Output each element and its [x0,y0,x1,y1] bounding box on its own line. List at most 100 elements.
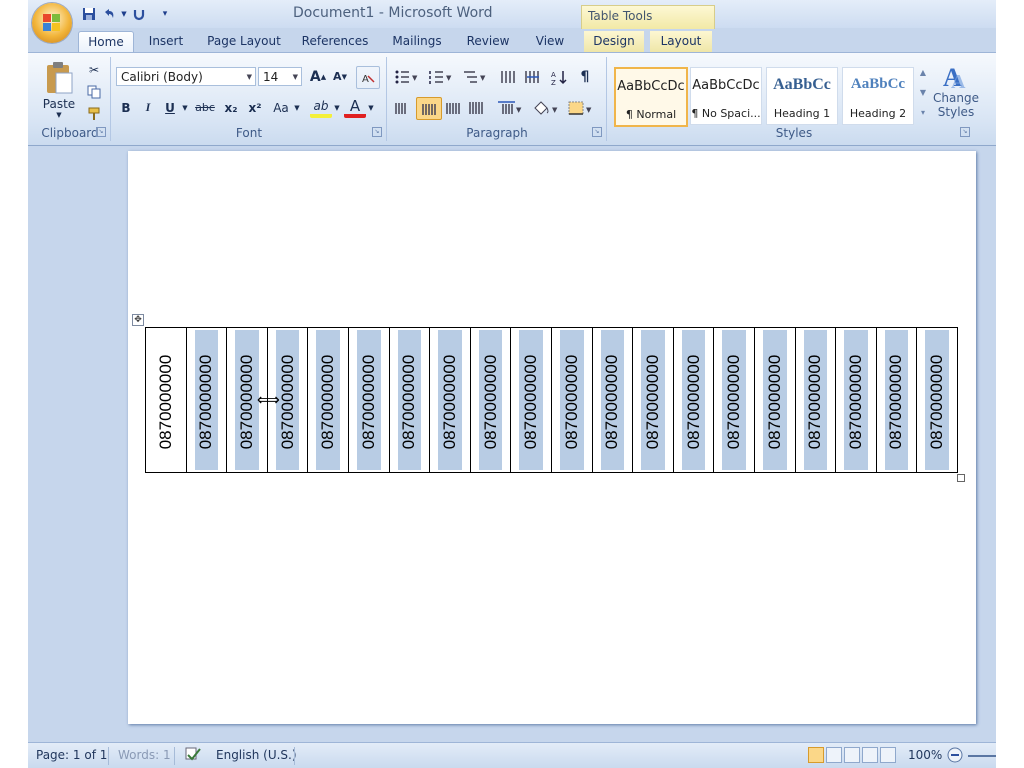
full-screen-reading-icon[interactable] [826,747,842,763]
superscript-button[interactable]: x² [244,97,266,118]
table-cell[interactable]: 0870000000 [714,328,755,472]
paragraph-launcher-icon[interactable]: ↘ [592,127,602,137]
proofing-icon[interactable] [184,746,202,765]
table-cell[interactable]: 0870000000 [146,328,187,472]
draft-view-icon[interactable] [880,747,896,763]
table-cell[interactable]: 0870000000 [552,328,593,472]
tab-review[interactable]: Review [460,31,516,52]
bullets-icon[interactable]: ▼ [392,66,422,87]
language[interactable]: English (U.S.) [216,748,297,762]
underline-dropdown-icon[interactable]: ▼ [180,97,190,118]
clear-formatting-icon[interactable]: A [356,66,380,89]
subscript-button[interactable]: x₂ [220,97,242,118]
zoom-slider[interactable] [968,755,996,757]
highlight-button[interactable]: ab [310,97,332,118]
tab-home[interactable]: Home [78,31,134,53]
change-case-button[interactable]: Aa [270,97,292,118]
styles-scroll-down-icon[interactable]: ▼ [916,83,930,101]
table-cell[interactable]: 0870000000 [836,328,877,472]
zoom-out-icon[interactable] [946,746,964,767]
styles-more-icon[interactable]: ▾ [916,103,930,121]
tab-insert[interactable]: Insert [140,31,192,52]
tab-mailings[interactable]: Mailings [384,31,450,52]
office-logo-icon [43,14,61,32]
table-cell[interactable]: 0870000000 [349,328,390,472]
table-cell[interactable]: 0870000000 [633,328,674,472]
table-cell[interactable]: 0870000000 [917,328,957,472]
cut-icon[interactable]: ✂ [84,61,104,79]
table-cell[interactable]: 0870000000 [390,328,431,472]
styles-scroll-up-icon[interactable]: ▲ [916,63,930,81]
style-normal[interactable]: AaBbCcDc ¶ Normal [614,67,688,127]
table-cell[interactable]: 0870000000 [308,328,349,472]
italic-button[interactable]: I [138,97,158,118]
table-cell[interactable]: 0870000000 [796,328,837,472]
font-name-value: Calibri (Body) [121,70,203,84]
outline-view-icon[interactable] [862,747,878,763]
save-icon[interactable] [80,5,98,23]
borders-icon[interactable]: ▼ [564,97,596,118]
table-move-handle-icon[interactable]: ✥ [132,314,144,326]
style-heading-1[interactable]: AaBbCc Heading 1 [766,67,838,125]
change-case-dropdown-icon[interactable]: ▼ [292,97,302,118]
font-launcher-icon[interactable]: ↘ [372,127,382,137]
justify-icon[interactable] [466,97,488,118]
tab-view[interactable]: View [526,31,574,52]
customize-qat-icon[interactable]: ▾ [160,5,170,23]
sort-icon[interactable]: AZ [548,66,570,87]
tab-design[interactable]: Design [584,31,644,52]
align-center-icon[interactable] [416,97,442,120]
style-normal-name: ¶ Normal [625,108,677,121]
underline-button[interactable]: U [160,97,180,118]
print-layout-view-icon[interactable] [808,747,824,763]
paste-label: Paste [42,97,76,111]
paste-button[interactable]: Paste ▼ [36,59,82,121]
zoom-level[interactable]: 100% [908,748,942,762]
table-cell[interactable]: 0870000000 [593,328,634,472]
increase-indent-icon[interactable] [522,66,544,87]
highlight-dropdown-icon[interactable]: ▼ [332,97,342,118]
shading-icon[interactable]: ▼ [530,97,562,118]
table-resize-handle[interactable] [957,474,965,482]
numbering-icon[interactable]: ▼ [426,66,456,87]
font-name-combo[interactable]: Calibri (Body) ▼ [116,67,256,86]
align-right-icon[interactable] [442,97,464,118]
font-color-dropdown-icon[interactable]: ▼ [366,97,376,118]
show-formatting-marks-button[interactable]: ¶ [574,66,596,87]
chevron-down-icon[interactable]: ▼ [120,5,128,23]
office-button[interactable] [32,3,72,43]
table-cell[interactable]: 0870000000 [471,328,512,472]
font-size-combo[interactable]: 14 ▼ [258,67,302,86]
bold-button[interactable]: B [116,97,136,118]
table-cell[interactable]: 0870000000 [755,328,796,472]
align-left-icon[interactable] [392,97,414,118]
font-group-label: Font [235,126,263,140]
web-layout-icon[interactable] [844,747,860,763]
clipboard-launcher-icon[interactable]: ↘ [96,127,106,137]
repeat-icon[interactable] [130,5,148,23]
table-cell[interactable]: 0870000000 [674,328,715,472]
word-count[interactable]: Words: 1 [118,748,171,762]
styles-launcher-icon[interactable]: ↘ [960,127,970,137]
table-cell[interactable]: 0870000000 [187,328,228,472]
table-cell[interactable]: 0870000000 [511,328,552,472]
shrink-font-button[interactable]: A ▼ [330,66,350,87]
page-count[interactable]: Page: 1 of 1 [36,748,107,762]
table-cell[interactable]: 0870000000 [430,328,471,472]
font-color-button[interactable]: A [344,97,366,118]
tab-references[interactable]: References [296,31,374,52]
strikethrough-button[interactable]: abc [192,97,218,118]
decrease-indent-icon[interactable] [498,66,520,87]
style-no-spacing[interactable]: AaBbCcDc ¶ No Spaci... [690,67,762,125]
tab-layout[interactable]: Layout [650,31,712,52]
change-styles-button[interactable]: AA Change Styles [933,61,979,127]
tab-page-layout[interactable]: Page Layout [204,31,284,52]
line-spacing-icon[interactable]: ▼ [494,97,526,118]
multilevel-list-icon[interactable]: ▼ [460,66,490,87]
copy-icon[interactable] [84,83,104,101]
style-heading-2[interactable]: AaBbCc Heading 2 [842,67,914,125]
table-cell[interactable]: 0870000000 [877,328,918,472]
undo-icon[interactable] [100,5,118,23]
grow-font-button[interactable]: A ▲ [308,66,328,87]
format-painter-icon[interactable] [84,105,104,123]
